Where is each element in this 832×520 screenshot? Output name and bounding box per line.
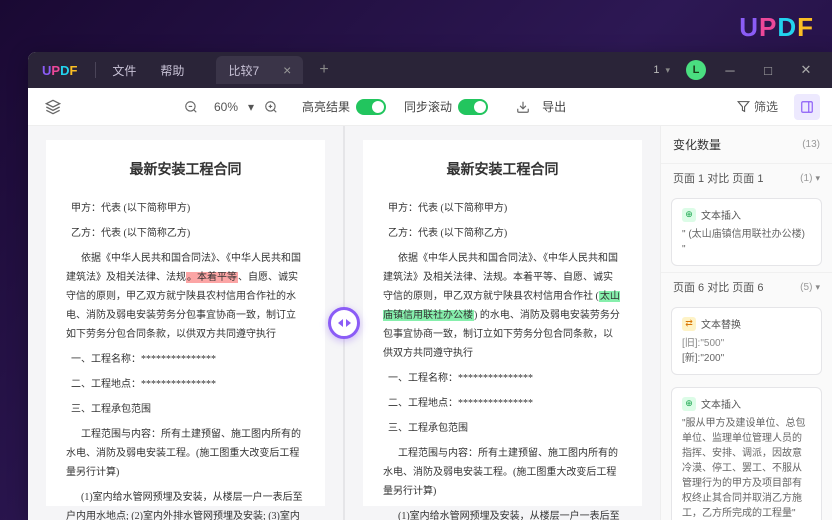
change-item[interactable]: ⊕文本插入 " (太山庙镇信用联社办公楼) " <box>671 198 822 266</box>
zoom-out-icon[interactable] <box>178 94 204 120</box>
page-indicator: 1 <box>653 64 659 76</box>
sync-scroll-toggle[interactable] <box>458 99 488 115</box>
export-icon[interactable] <box>510 94 536 120</box>
divider-handle[interactable] <box>328 307 360 339</box>
chevron-down-icon: ▾ <box>815 282 820 292</box>
close-icon[interactable]: ✕ <box>790 56 822 84</box>
chevron-down-icon: ▾ <box>815 173 820 183</box>
updf-watermark: UPDF <box>739 12 814 43</box>
avatar[interactable]: L <box>686 60 706 80</box>
doc-pane-right[interactable]: 最新安装工程合同 甲方：代表 (以下简称甲方) 乙方：代表 (以下简称乙方) 依… <box>345 126 660 520</box>
replace-icon: ⇄ <box>682 317 696 331</box>
section-page6[interactable]: 页面 6 对比 页面 6 (5) ▾ <box>661 272 832 301</box>
titlebar: UPDF 文件 帮助 比较7 × + 1 ▾ L ─ □ ✕ <box>28 52 832 88</box>
change-item[interactable]: ⇄文本替换 [旧]:"500"[新]:"200" <box>671 307 822 375</box>
separator <box>95 62 96 78</box>
doc-title: 最新安装工程合同 <box>383 158 622 185</box>
zoom-in-icon[interactable] <box>258 94 284 120</box>
party-b: 乙方：代表 (以下简称乙方) <box>383 224 622 243</box>
total-count: (13) <box>802 139 820 150</box>
party-b: 乙方：代表 (以下简称乙方) <box>66 224 305 243</box>
sync-scroll-label: 同步滚动 <box>404 98 452 115</box>
app-logo: UPDF <box>28 63 91 78</box>
zoom-value[interactable]: 60% <box>208 100 244 114</box>
minimize-icon[interactable]: ─ <box>714 56 746 84</box>
tab-close-icon[interactable]: × <box>283 62 291 78</box>
highlight-toggle[interactable] <box>356 99 386 115</box>
filter-button[interactable]: 筛选 <box>729 94 786 119</box>
menu-file[interactable]: 文件 <box>100 62 148 79</box>
intro-paragraph: 依据《中华人民共和国合同法》、《中华人民共和国建筑法》及相关法律、法规。本着平等… <box>66 249 305 344</box>
pane-divider <box>343 126 345 520</box>
panel-toggle-icon[interactable] <box>794 94 820 120</box>
maximize-icon[interactable]: □ <box>752 56 784 84</box>
layers-icon[interactable] <box>40 94 66 120</box>
party-a: 甲方：代表 (以下简称甲方) <box>383 199 622 218</box>
toolbar: 60% ▾ 高亮结果 同步滚动 导出 筛选 <box>28 88 832 126</box>
change-item[interactable]: ⊕文本插入 "服从甲方及建设单位、总包单位、监理单位管理人员的指挥、安排、调派，… <box>671 387 822 520</box>
panel-header: 变化数量 (13) <box>661 126 832 163</box>
insert-icon: ⊕ <box>682 397 696 411</box>
tab-compare[interactable]: 比较7 × <box>216 56 303 84</box>
changes-panel: 变化数量 (13) 页面 1 对比 页面 1 (1) ▾ ⊕文本插入 " (太山… <box>660 126 832 520</box>
main-area: 最新安装工程合同 甲方：代表 (以下简称甲方) 乙方：代表 (以下简称乙方) 依… <box>28 126 832 520</box>
doc-pane-left[interactable]: 最新安装工程合同 甲方：代表 (以下简称甲方) 乙方：代表 (以下简称乙方) 依… <box>28 126 343 520</box>
highlight-deletion: 。本着平等 <box>186 272 238 283</box>
export-button[interactable]: 导出 <box>542 98 566 115</box>
party-a: 甲方：代表 (以下简称甲方) <box>66 199 305 218</box>
app-window: UPDF 文件 帮助 比较7 × + 1 ▾ L ─ □ ✕ 60% ▾ 高亮结… <box>28 52 832 520</box>
insert-icon: ⊕ <box>682 208 696 222</box>
highlight-label: 高亮结果 <box>302 98 350 115</box>
tab-add-icon[interactable]: + <box>311 61 336 79</box>
zoom-dropdown-icon[interactable]: ▾ <box>248 100 254 114</box>
section-page1[interactable]: 页面 1 对比 页面 1 (1) ▾ <box>661 163 832 192</box>
tab-label: 比较7 <box>228 62 259 79</box>
document-compare-area: 最新安装工程合同 甲方：代表 (以下简称甲方) 乙方：代表 (以下简称乙方) 依… <box>28 126 660 520</box>
filter-icon <box>737 100 750 113</box>
intro-paragraph: 依据《中华人民共和国合同法》、《中华人民共和国建筑法》及相关法律、法规。本着平等… <box>383 249 622 363</box>
doc-title: 最新安装工程合同 <box>66 158 305 185</box>
chevron-down-icon[interactable]: ▾ <box>665 65 670 76</box>
menu-help[interactable]: 帮助 <box>148 62 196 79</box>
